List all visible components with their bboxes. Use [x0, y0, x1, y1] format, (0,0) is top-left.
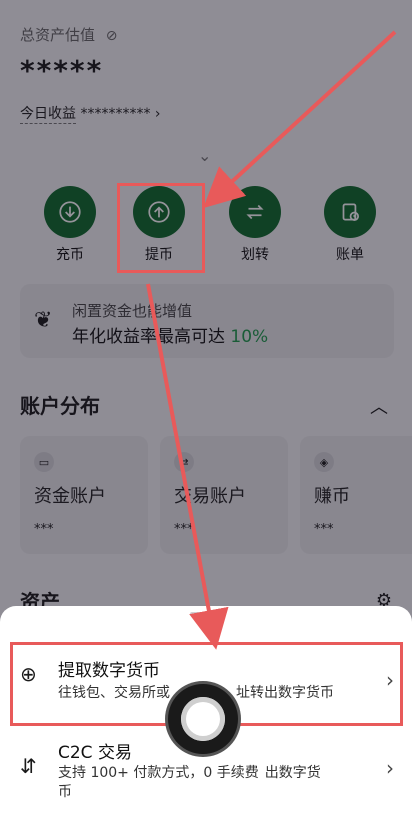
- watermark-url: luyouqi.com: [332, 803, 394, 814]
- arrow-to-withdraw-button: [203, 30, 397, 209]
- watermark-logo: 路由器: [336, 775, 396, 799]
- touch-indicator-inner: [181, 697, 225, 741]
- touch-indicator: [168, 684, 238, 754]
- arrow-to-withdraw-option: [146, 283, 229, 650]
